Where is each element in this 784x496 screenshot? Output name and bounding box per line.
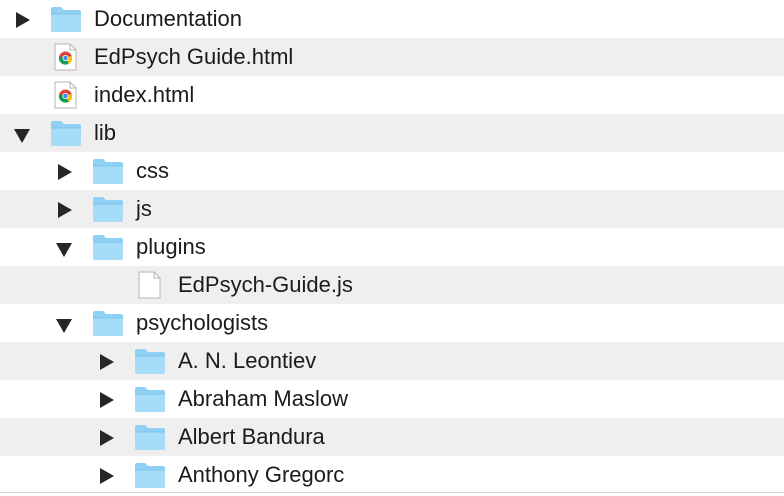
tree-row-lib[interactable]: lib: [0, 114, 784, 152]
tree-row-label: Anthony Gregorc: [178, 462, 345, 487]
tree-row-js[interactable]: js: [0, 190, 784, 228]
tree-row-label: EdPsych Guide.html: [94, 44, 294, 69]
folder-icon: [134, 423, 166, 451]
tree-row-css[interactable]: css: [0, 152, 784, 190]
tree-row-label: Abraham Maslow: [178, 386, 348, 411]
tree-row-label: lib: [94, 120, 117, 145]
tree-row-label: plugins: [136, 234, 206, 259]
tree-row-plugins[interactable]: plugins: [0, 228, 784, 266]
tree-row-label: Albert Bandura: [178, 424, 325, 449]
disclosure-triangle-expanded-icon[interactable]: [56, 316, 72, 333]
folder-icon: [92, 157, 124, 185]
disclosure-triangle-collapsed-icon[interactable]: [56, 202, 72, 218]
tree-row-edpsych-guide-js[interactable]: EdPsych-Guide.js: [0, 266, 784, 304]
tree-row-label: psychologists: [136, 310, 269, 335]
folder-icon: [92, 195, 124, 223]
tree-row-label: js: [136, 196, 152, 221]
tree-row-abraham-maslow[interactable]: Abraham Maslow: [0, 380, 784, 418]
tree-row-label: Documentation: [94, 6, 242, 31]
tree-row-edpsych-guide-html[interactable]: EdPsych Guide.html: [0, 38, 784, 76]
chrome-html-file-icon: [50, 81, 80, 109]
tree-row-label: EdPsych-Guide.js: [178, 272, 353, 297]
disclosure-triangle-collapsed-icon[interactable]: [98, 354, 114, 370]
disclosure-triangle-collapsed-icon[interactable]: [98, 392, 114, 408]
tree-row-documentation[interactable]: Documentation: [0, 0, 784, 38]
file-tree: Documentation EdPsych Guide.html index.h…: [0, 0, 784, 496]
tree-row-anthony-gregorc[interactable]: Anthony Gregorc: [0, 456, 784, 494]
document-file-icon: [134, 271, 164, 299]
tree-row-index-html[interactable]: index.html: [0, 76, 784, 114]
folder-icon: [50, 5, 82, 33]
tree-row-label: css: [136, 158, 169, 183]
tree-row-albert-bandura[interactable]: Albert Bandura: [0, 418, 784, 456]
disclosure-triangle-expanded-icon[interactable]: [14, 126, 30, 143]
folder-icon: [134, 347, 166, 375]
folder-icon: [50, 119, 82, 147]
tree-row-psychologists[interactable]: psychologists: [0, 304, 784, 342]
tree-row-a-n-leontiev[interactable]: A. N. Leontiev: [0, 342, 784, 380]
folder-icon: [92, 309, 124, 337]
bottom-divider: [0, 492, 784, 493]
folder-icon: [134, 385, 166, 413]
disclosure-triangle-collapsed-icon[interactable]: [98, 430, 114, 446]
disclosure-triangle-collapsed-icon[interactable]: [56, 164, 72, 180]
tree-row-label: index.html: [94, 82, 195, 107]
disclosure-triangle-collapsed-icon[interactable]: [14, 12, 30, 28]
folder-icon: [134, 461, 166, 489]
chrome-html-file-icon: [50, 43, 80, 71]
disclosure-triangle-expanded-icon[interactable]: [56, 240, 72, 257]
disclosure-triangle-collapsed-icon[interactable]: [98, 468, 114, 484]
tree-row-label: A. N. Leontiev: [178, 348, 317, 373]
folder-icon: [92, 233, 124, 261]
